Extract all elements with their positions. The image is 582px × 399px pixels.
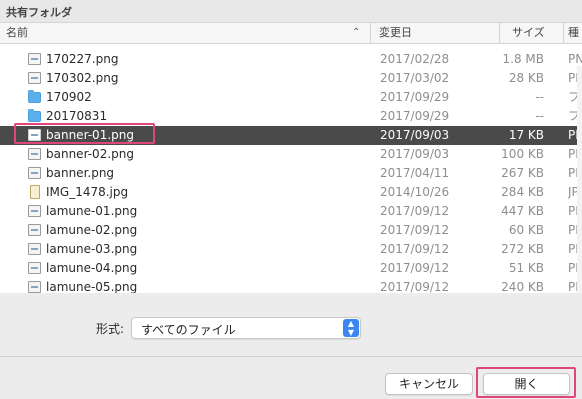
chevron-updown-icon[interactable]: ▲ ▼ [343,319,359,337]
format-select[interactable]: すべてのファイル ▲ ▼ [131,317,361,339]
file-row[interactable]: lamune-04.png2017/09/1251 KBPNG [0,259,582,278]
dialog-title: 共有フォルダ [6,6,72,19]
image-file-icon [28,167,41,179]
file-size: 272 KB [501,242,544,256]
column-header-date[interactable]: 変更日 [370,23,498,43]
file-date: 2017/04/11 [380,166,450,180]
image-file-icon [28,243,41,255]
image-file-icon [28,148,41,160]
image-file-icon [28,205,41,217]
file-name: lamune-04.png [46,261,138,275]
file-name: 170302.png [46,71,119,85]
file-date: 2017/09/29 [380,90,450,104]
file-size: 100 KB [501,147,544,161]
file-name: IMG_1478.jpg [46,185,129,199]
image-file-icon [28,53,41,65]
file-name: banner.png [46,166,115,180]
file-row[interactable]: IMG_1478.jpg2014/10/26284 KBJPEG [0,183,582,202]
format-label: 形式: [96,322,125,336]
file-row[interactable]: 170227.png2017/02/281.8 MBPNG [0,50,582,69]
file-rows: 170227.png2017/02/281.8 MBPNG170302.png2… [0,50,582,293]
folder-icon [28,90,41,103]
format-selected-value: すべてのファイル [141,323,236,337]
portrait-image-icon [30,185,40,199]
file-name: lamune-03.png [46,242,138,256]
vertical-scrollbar[interactable] [577,66,582,293]
file-date: 2017/09/03 [380,128,450,142]
file-size: 240 KB [501,280,544,293]
folder-icon [28,109,41,122]
column-header-size[interactable]: サイズ [499,23,562,43]
file-size: 51 KB [508,261,544,275]
file-date: 2017/09/12 [380,280,450,293]
file-name: banner-02.png [46,147,134,161]
file-size: -- [535,90,544,104]
file-date: 2017/09/12 [380,223,450,237]
file-name: lamune-01.png [46,204,138,218]
file-row[interactable]: 1709022017/09/29--フォルダ [0,88,582,107]
file-date: 2017/09/03 [380,147,450,161]
file-row[interactable]: lamune-03.png2017/09/12272 KBPNG [0,240,582,259]
file-date: 2017/09/12 [380,204,450,218]
file-row[interactable]: banner-02.png2017/09/03100 KBPNG [0,145,582,164]
file-row[interactable]: banner.png2017/04/11267 KBPNG [0,164,582,183]
file-date: 2017/03/02 [380,71,450,85]
file-date: 2017/09/12 [380,261,450,275]
selected-file-highlight [14,123,155,144]
file-size: 447 KB [501,204,544,218]
image-file-icon [28,72,41,84]
file-row[interactable]: lamune-05.png2017/09/12240 KBPNG [0,278,582,293]
file-name: lamune-02.png [46,223,138,237]
file-name: lamune-05.png [46,280,138,293]
file-name: 170227.png [46,52,119,66]
file-size: 267 KB [501,166,544,180]
file-date: 2017/09/29 [380,109,450,123]
file-row[interactable]: lamune-02.png2017/09/1260 KBPNG [0,221,582,240]
image-file-icon [28,281,41,293]
cancel-button[interactable]: キャンセル [385,373,473,395]
image-file-icon [28,262,41,274]
column-header-name[interactable]: 名前 [0,23,365,43]
file-size: 1.8 MB [502,52,544,66]
file-size: 28 KB [508,71,544,85]
column-header-kind[interactable]: 種類 [563,23,582,43]
file-name: 170902 [46,90,92,104]
dialog-titlebar: 共有フォルダ [0,0,582,23]
file-size: -- [535,109,544,123]
file-size: 60 KB [508,223,544,237]
open-button-highlight [476,367,576,398]
file-size: 284 KB [501,185,544,199]
file-row[interactable]: 170302.png2017/03/0228 KBPNG [0,69,582,88]
file-size: 17 KB [508,128,544,142]
sort-ascending-icon[interactable]: ⌃ [352,23,360,43]
image-file-icon [28,224,41,236]
column-header-row: 名前 ⌃ 変更日 サイズ 種類 [0,23,582,44]
file-date: 2017/02/28 [380,52,450,66]
file-date: 2014/10/26 [380,185,450,199]
file-date: 2017/09/12 [380,242,450,256]
file-row[interactable]: lamune-01.png2017/09/12447 KBPNG [0,202,582,221]
file-list[interactable]: 名前 ⌃ 変更日 サイズ 種類 170227.png 2017/02/28 1.8 … [0,23,582,293]
